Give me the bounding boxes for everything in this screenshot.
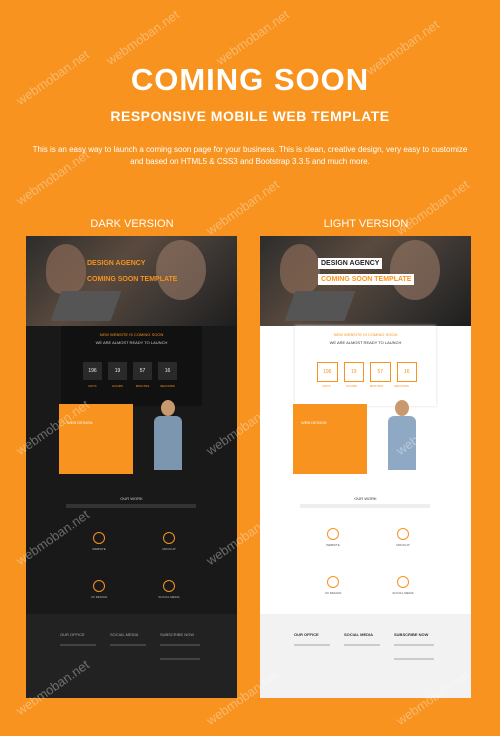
countdown-hours: 19 [108,362,127,380]
footer-col-title: OUR OFFICE [60,632,85,637]
hero-image: DESIGN AGENCY COMING SOON TEMPLATE [26,236,237,326]
agency-tag: DESIGN AGENCY [87,260,146,267]
hero-image: DESIGN AGENCY COMING SOON TEMPLATE [260,236,471,326]
person-image [148,400,188,470]
countdown-label: HOURS [346,384,357,388]
service-icon [397,576,409,588]
service-icon [327,576,339,588]
about-label: WEB DESIGN [301,420,327,425]
light-version-preview: DESIGN AGENCY COMING SOON TEMPLATE NEW W… [260,236,471,698]
service-item: UX DESIGN [74,580,124,599]
service-icon [327,528,339,540]
about-box: WEB DESIGN [293,404,367,474]
about-box: WEB DESIGN [59,404,133,474]
light-version-label: LIGHT VERSION [323,218,409,230]
panel-title: NEW WEBSITE IS COMING SOON [99,332,164,337]
work-description [300,504,430,508]
countdown-label: HOURS [112,384,123,388]
countdown-label: MINUTES [135,384,150,388]
footer-col-title: SOCIAL MEDIA [110,632,139,637]
footer-col-title: SOCIAL MEDIA [344,632,374,637]
service-icon [163,532,175,544]
service-icon [93,532,105,544]
service-icon [163,580,175,592]
countdown-seconds: 16 [158,362,177,380]
footer-col-title: SUBSCRIBE NOW [394,632,429,637]
countdown-minutes: 57 [133,362,152,380]
template-tag: COMING SOON TEMPLATE [87,276,178,283]
countdown-hours: 19 [343,362,364,382]
panel-subtitle: WE ARE ALMOST READY TO LAUNCH [95,340,168,345]
watermark-text: webmoban.net [213,6,292,69]
countdown-label: SECONDS [394,384,409,388]
about-label: WEB DESIGN [67,420,93,425]
agency-tag: DESIGN AGENCY [318,258,383,269]
countdown-label: MINUTES [369,384,384,388]
panel-subtitle: WE ARE ALMOST READY TO LAUNCH [329,340,402,345]
countdown-seconds: 16 [396,362,417,382]
footer-col-title: SUBSCRIBE NOW [160,632,195,637]
countdown-minutes: 57 [370,362,391,382]
countdown-label: DAYS [322,384,331,388]
service-item: WEBSITE [74,532,124,551]
service-item: UX DESIGN [308,576,358,595]
service-item: SOCIAL MEDIA [144,580,194,599]
countdown-label: SECONDS [160,384,175,388]
service-item: MOCKUP [144,532,194,551]
countdown-label: DAYS [88,384,97,388]
countdown-days: 196 [83,362,102,380]
page-title: COMING SOON [130,62,370,97]
service-item: SOCIAL MEDIA [378,576,428,595]
service-item: WEBSITE [308,528,358,547]
person-image [382,400,422,470]
footer: OUR OFFICE SOCIAL MEDIA SUBSCRIBE NOW [26,614,237,698]
service-icon [93,580,105,592]
footer: OUR OFFICE SOCIAL MEDIA SUBSCRIBE NOW [260,614,471,698]
countdown-panel: NEW WEBSITE IS COMING SOON WE ARE ALMOST… [61,326,202,406]
dark-version-label: DARK VERSION [90,218,174,230]
work-description [66,504,196,508]
work-title: OUR WORK [120,496,143,501]
watermark-text: webmoban.net [103,6,182,69]
template-tag: COMING SOON TEMPLATE [318,274,415,285]
countdown-days: 196 [317,362,338,382]
service-item: MOCKUP [378,528,428,547]
dark-version-preview: DESIGN AGENCY COMING SOON TEMPLATE NEW W… [26,236,237,698]
footer-col-title: OUR OFFICE [294,632,319,637]
panel-title: NEW WEBSITE IS COMING SOON [333,332,398,337]
page-subtitle: RESPONSIVE MOBILE WEB TEMPLATE [110,108,390,124]
page-description: This is an easy way to launch a coming s… [32,145,468,166]
service-icon [397,528,409,540]
work-title: OUR WORK [354,496,377,501]
countdown-panel: NEW WEBSITE IS COMING SOON WE ARE ALMOST… [295,326,436,406]
